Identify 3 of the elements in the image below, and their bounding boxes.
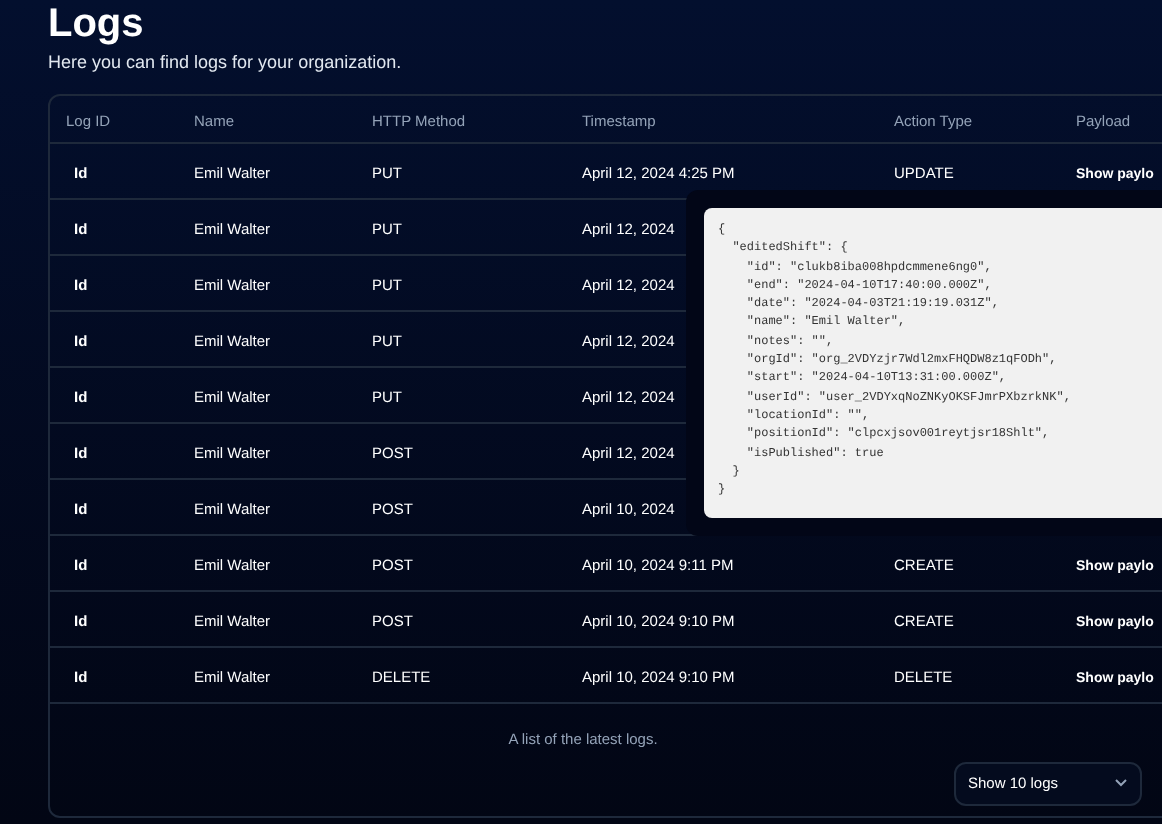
page-title: Logs: [48, 0, 144, 44]
page-subtitle: Here you can find logs for your organization.: [48, 50, 402, 76]
chevron-down-icon: [1114, 778, 1128, 789]
